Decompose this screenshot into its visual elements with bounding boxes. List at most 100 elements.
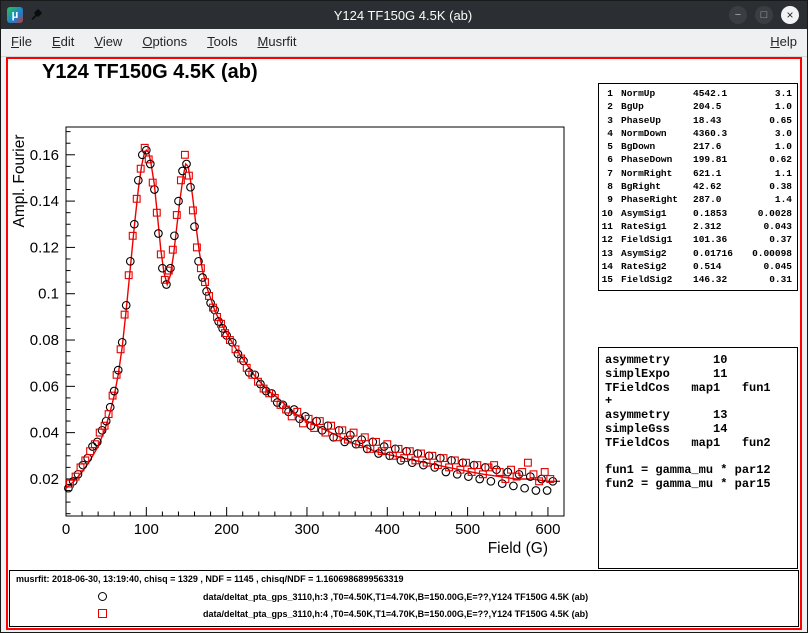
param-number: 6 xyxy=(599,153,613,166)
fit-info: musrfit: 2018-06-30, 13:19:40, chisq = 1… xyxy=(16,574,403,584)
param-name: RateSig1 xyxy=(621,220,693,233)
param-value: 217.6 xyxy=(693,140,751,153)
param-row: 9PhaseRight287.01.4 xyxy=(599,193,797,206)
param-value: 2.312 xyxy=(693,220,751,233)
close-button[interactable]: × xyxy=(781,6,799,24)
parameter-box: 1NormUp4542.13.12BgUp204.51.03PhaseUp18.… xyxy=(598,83,798,291)
param-name: PhaseRight xyxy=(621,193,693,206)
fourier-plot[interactable]: 01002003004005006000.020.040.060.080.10.… xyxy=(8,59,604,579)
param-error: 0.37 xyxy=(751,233,797,246)
param-name: AsymSig1 xyxy=(621,207,693,220)
param-number: 7 xyxy=(599,167,613,180)
param-name: BgRight xyxy=(621,180,693,193)
param-number: 9 xyxy=(599,193,613,206)
menu-items: FileEditViewOptionsToolsMusrfit xyxy=(1,29,307,56)
theory-line: simpleGss 14 xyxy=(605,423,797,437)
theory-line: asymmetry 13 xyxy=(605,409,797,423)
series-h4-squares xyxy=(67,144,554,487)
svg-text:0: 0 xyxy=(62,521,70,538)
param-name: BgDown xyxy=(621,140,693,153)
svg-text:400: 400 xyxy=(375,521,400,538)
param-row: 4NormDown4360.33.0 xyxy=(599,127,797,140)
maximize-button[interactable]: □ xyxy=(755,6,773,24)
param-row: 11RateSig12.3120.043 xyxy=(599,220,797,233)
param-row: 14RateSig20.5140.045 xyxy=(599,260,797,273)
footer-box: musrfit: 2018-06-30, 13:19:40, chisq = 1… xyxy=(9,570,799,627)
param-error: 0.00098 xyxy=(751,247,797,260)
param-error: 1.0 xyxy=(751,100,797,113)
param-number: 12 xyxy=(599,233,613,246)
param-name: FieldSig2 xyxy=(621,273,693,286)
menu-item-help[interactable]: Help xyxy=(760,29,807,56)
param-number: 10 xyxy=(599,207,613,220)
plot-frame xyxy=(66,127,564,516)
theory-line: TFieldCos map1 fun1 xyxy=(605,382,797,396)
window-title: Y124 TF150G 4.5K (ab) xyxy=(127,8,679,23)
param-value: 621.1 xyxy=(693,167,751,180)
root-canvas[interactable]: Y124 TF150G 4.5K (ab) 010020030040050060… xyxy=(6,57,802,630)
param-error: 0.38 xyxy=(751,180,797,193)
param-row: 6PhaseDown199.810.62 xyxy=(599,153,797,166)
param-name: AsymSig2 xyxy=(621,247,693,260)
param-row: 3PhaseUp18.430.65 xyxy=(599,114,797,127)
theory-line: TFieldCos map1 fun2 xyxy=(605,437,797,451)
theory-line: asymmetry 10 xyxy=(605,354,797,368)
param-name: PhaseUp xyxy=(621,114,693,127)
hammer-icon xyxy=(29,8,43,22)
param-error: 3.0 xyxy=(751,127,797,140)
menu-item-musrfit[interactable]: Musrfit xyxy=(248,29,307,56)
param-row: 8 BgRight42.620.38 xyxy=(599,180,797,193)
svg-text:0.06: 0.06 xyxy=(30,378,59,395)
param-row: 15FieldSig2146.320.31 xyxy=(599,273,797,286)
param-row: 1NormUp4542.13.1 xyxy=(599,87,797,100)
param-error: 0.31 xyxy=(751,273,797,286)
svg-text:0.12: 0.12 xyxy=(30,239,59,256)
param-number: 5 xyxy=(599,140,613,153)
param-number: 13 xyxy=(599,247,613,260)
param-name: NormRight xyxy=(621,167,693,180)
param-value: 4542.1 xyxy=(693,87,751,100)
svg-text:600: 600 xyxy=(535,521,560,538)
legend-label: data/deltat_pta_gps_3110,h:3 ,T0=4.50K,T… xyxy=(203,592,588,602)
menu-item-tools[interactable]: Tools xyxy=(197,29,247,56)
x-axis: 0100200300400500600 xyxy=(62,507,561,538)
menu-item-file[interactable]: File xyxy=(1,29,42,56)
series-h3-circles xyxy=(65,146,557,494)
param-error: 0.0028 xyxy=(751,207,797,220)
param-value: 101.36 xyxy=(693,233,751,246)
param-row: 2BgUp204.51.0 xyxy=(599,100,797,113)
param-value: 0.01716 xyxy=(693,247,751,260)
param-row: 12FieldSig1101.360.37 xyxy=(599,233,797,246)
svg-text:0.14: 0.14 xyxy=(30,193,59,210)
window-controls: − □ × xyxy=(679,6,807,24)
menu-item-view[interactable]: View xyxy=(84,29,132,56)
param-value: 287.0 xyxy=(693,193,751,206)
titlebar[interactable]: μ Y124 TF150G 4.5K (ab) − □ × xyxy=(1,1,807,29)
param-error: 0.65 xyxy=(751,114,797,127)
menu-item-edit[interactable]: Edit xyxy=(42,29,84,56)
menu-item-options[interactable]: Options xyxy=(132,29,197,56)
param-number: 1 xyxy=(599,87,613,100)
theory-box: asymmetry 10simplExpo 11TFieldCos map1 f… xyxy=(598,347,798,569)
param-number: 2 xyxy=(599,100,613,113)
minimize-button[interactable]: − xyxy=(729,6,747,24)
param-error: 0.045 xyxy=(751,260,797,273)
param-error: 0.62 xyxy=(751,153,797,166)
param-number: 11 xyxy=(599,220,613,233)
theory-line: simplExpo 11 xyxy=(605,368,797,382)
theory-line: fun1 = gamma_mu * par12 xyxy=(605,464,797,478)
param-value: 42.62 xyxy=(693,180,751,193)
menu-spacer xyxy=(307,29,761,56)
titlebar-icons: μ xyxy=(1,7,127,23)
param-number: 8 xyxy=(599,180,613,193)
param-value: 0.1853 xyxy=(693,207,751,220)
param-number: 3 xyxy=(599,114,613,127)
legend-marker-square xyxy=(98,609,107,618)
app-window: μ Y124 TF150G 4.5K (ab) − □ × FileEditVi… xyxy=(0,0,808,633)
param-value: 204.5 xyxy=(693,100,751,113)
svg-text:0.04: 0.04 xyxy=(30,425,59,442)
param-value: 146.32 xyxy=(693,273,751,286)
svg-text:300: 300 xyxy=(294,521,319,538)
param-row: 7NormRight621.11.1 xyxy=(599,167,797,180)
legend-row: data/deltat_pta_gps_3110,h:3 ,T0=4.50K,T… xyxy=(10,588,798,605)
